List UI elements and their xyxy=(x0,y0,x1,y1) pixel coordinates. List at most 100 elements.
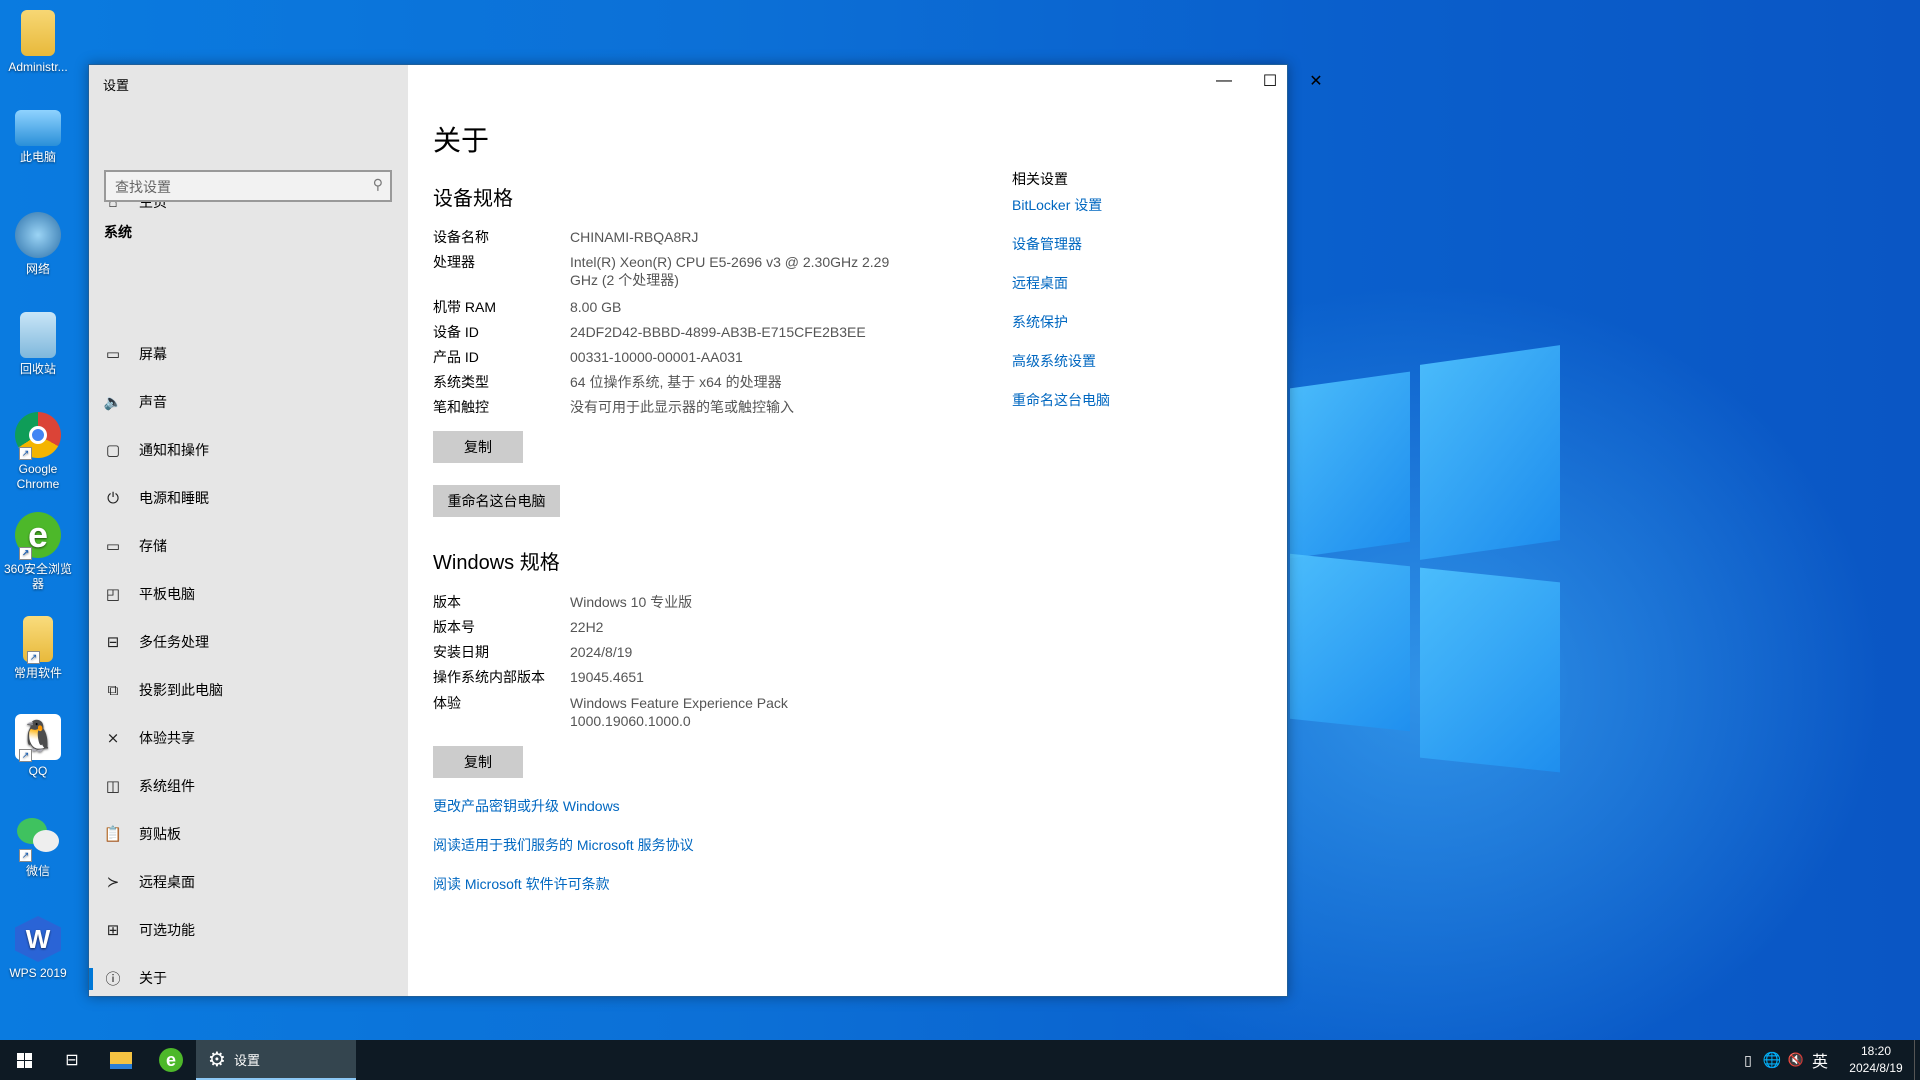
spec-value: Windows 10 专业版 xyxy=(570,594,693,610)
search-icon[interactable]: ⚲ xyxy=(373,176,383,193)
sidebar: 设置 ⌂ 主页 查找设置 ⚲ 系统 ▭ 屏幕 🔈 声音 ▢ 通知和操作 ⏻ 电源和睡眠 ▭ 存储 ◰… xyxy=(89,65,408,996)
power-icon: ⏻ xyxy=(107,489,119,507)
notification-icon: ▢ xyxy=(105,442,121,459)
search-input[interactable]: 查找设置 ⚲ xyxy=(104,170,392,202)
link-change-product-key[interactable]: 更改产品密钥或升级 Windows xyxy=(433,796,620,816)
recycle-bin-icon xyxy=(20,312,56,358)
sidebar-item-monitor[interactable]: ▭ 屏幕 xyxy=(89,334,408,374)
spec-value: 00331-10000-00001-AA031 xyxy=(570,349,743,365)
spec-label: 设备 ID xyxy=(433,324,479,340)
desktop-icon-360-browser[interactable]: e ↗ 360安全浏览器 xyxy=(0,512,76,592)
minimize-icon: — xyxy=(1216,72,1232,89)
sidebar-item-tablet[interactable]: ◰ 平板电脑 xyxy=(89,574,408,614)
sidebar-item-clipboard[interactable]: 📋 剪贴板 xyxy=(89,814,408,854)
gear-icon: ⚙ xyxy=(208,1048,226,1071)
sidebar-item-label: 多任务处理 xyxy=(139,634,209,650)
usb-icon[interactable]: ▯ xyxy=(1736,1052,1760,1069)
start-button[interactable] xyxy=(0,1040,48,1080)
related-link[interactable]: 设备管理器 xyxy=(1012,234,1082,254)
sidebar-item-label: 投影到此电脑 xyxy=(139,682,223,698)
desktop-icon-recycle-bin[interactable]: 回收站 xyxy=(0,312,76,377)
windows-logo-wallpaper xyxy=(1290,345,1560,773)
file-explorer-icon xyxy=(110,1051,132,1069)
settings-window: 设置 ⌂ 主页 查找设置 ⚲ 系统 ▭ 屏幕 🔈 声音 ▢ 通知和操作 ⏻ 电源和睡眠 ▭ 存储 ◰… xyxy=(88,64,1323,997)
desktop-icon-wps[interactable]: W WPS 2019 xyxy=(0,916,76,981)
wps-icon: W xyxy=(15,916,61,962)
tablet-icon: ◰ xyxy=(105,586,121,603)
sidebar-item-label: 远程桌面 xyxy=(139,874,195,890)
optional-features-icon: ⊞ xyxy=(106,922,120,939)
spec-value: 24DF2D42-BBBD-4899-AB3B-E715CFE2B3EE xyxy=(570,324,866,340)
ime-indicator[interactable]: 英 xyxy=(1808,1048,1832,1072)
sidebar-item-optional-features[interactable]: ⊞ 可选功能 xyxy=(89,910,408,950)
sidebar-item-project[interactable]: ⧉ 投影到此电脑 xyxy=(89,670,408,710)
sidebar-item-label: 可选功能 xyxy=(139,922,195,938)
desktop-icon-this-pc[interactable]: 此电脑 xyxy=(0,110,76,165)
sidebar-item-storage[interactable]: ▭ 存储 xyxy=(89,526,408,566)
shortcut-arrow-icon: ↗ xyxy=(19,447,32,460)
volume-muted-icon[interactable]: 🔇 xyxy=(1784,1052,1808,1068)
related-link[interactable]: 远程桌面 xyxy=(1012,273,1068,293)
wechat-icon: ↗ xyxy=(15,814,61,862)
sidebar-item-multitasking[interactable]: ⊟ 多任务处理 xyxy=(89,622,408,662)
network-disconnected-icon[interactable]: 🌐 xyxy=(1760,1051,1784,1069)
sidebar-item-components[interactable]: ◫ 系统组件 xyxy=(89,766,408,806)
rename-pc-button[interactable]: 重命名这台电脑 xyxy=(433,485,560,517)
info-icon: ⓘ xyxy=(105,970,121,988)
sidebar-item-speaker[interactable]: 🔈 声音 xyxy=(89,382,408,422)
desktop-icon-administrator[interactable]: Administr... xyxy=(0,10,76,75)
sidebar-item-label: 系统组件 xyxy=(139,778,195,794)
maximize-button[interactable]: ☐ xyxy=(1247,65,1293,97)
desktop-icon-qq[interactable]: 🐧 ↗ QQ xyxy=(0,714,76,779)
spec-label: 操作系统内部版本 xyxy=(433,669,545,685)
related-link[interactable]: 重命名这台电脑 xyxy=(1012,390,1110,410)
copy-windows-specs-button[interactable]: 复制 xyxy=(433,746,523,778)
shortcut-arrow-icon: ↗ xyxy=(19,849,32,862)
desktop-icon-network[interactable]: 网络 xyxy=(0,212,76,277)
spec-value: 8.00 GB xyxy=(570,299,622,315)
content-pane: — ☐ ✕ 关于 设备规格 设备名称 CHINAMI-RBQA8RJ 处理器 Inte… xyxy=(408,65,1323,996)
taskbar-file-explorer[interactable] xyxy=(96,1040,146,1080)
desktop-icon-chrome[interactable]: ↗ Google Chrome xyxy=(0,412,76,492)
desktop-icon-wechat[interactable]: ↗ 微信 xyxy=(0,814,76,879)
sidebar-item-share[interactable]: ⨯ 体验共享 xyxy=(89,718,408,758)
network-icon xyxy=(15,212,61,258)
taskbar-360-browser[interactable]: e xyxy=(146,1040,196,1080)
link-service-agreement[interactable]: 阅读适用于我们服务的 Microsoft 服务协议 xyxy=(433,835,694,855)
desktop-icon-common-software[interactable]: ↗ 常用软件 xyxy=(0,616,76,681)
copy-device-specs-button[interactable]: 复制 xyxy=(433,431,523,463)
360-browser-icon: e ↗ xyxy=(15,512,61,560)
sidebar-item-label: 声音 xyxy=(139,394,167,410)
link-license-terms[interactable]: 阅读 Microsoft 软件许可条款 xyxy=(433,874,610,894)
task-view-button[interactable]: ⊟ xyxy=(48,1040,96,1080)
show-desktop-button[interactable] xyxy=(1914,1040,1920,1080)
sidebar-item-power[interactable]: ⏻ 电源和睡眠 xyxy=(89,478,408,518)
sidebar-item-info[interactable]: ⓘ 关于 xyxy=(89,958,408,998)
clipboard-icon: 📋 xyxy=(103,826,123,843)
spec-value: 19045.4651 xyxy=(570,669,644,685)
spec-label: 安装日期 xyxy=(433,644,489,660)
spec-value: CHINAMI-RBQA8RJ xyxy=(570,229,699,245)
computer-icon xyxy=(15,110,61,146)
sidebar-item-remote-desktop[interactable]: ≻ 远程桌面 xyxy=(89,862,408,902)
related-link[interactable]: 系统保护 xyxy=(1012,312,1068,332)
spec-label: 设备名称 xyxy=(433,229,489,245)
close-button[interactable]: ✕ xyxy=(1293,65,1339,97)
taskbar-settings[interactable]: ⚙ 设置 xyxy=(196,1040,356,1080)
related-link[interactable]: BitLocker 设置 xyxy=(1012,195,1102,215)
spec-value: Intel(R) Xeon(R) CPU E5-2696 v3 @ 2.30GH… xyxy=(570,254,890,288)
project-icon: ⧉ xyxy=(107,681,119,699)
windows-specs-heading: Windows 规格 xyxy=(433,552,560,574)
sidebar-item-notification[interactable]: ▢ 通知和操作 xyxy=(89,430,408,470)
related-link[interactable]: 高级系统设置 xyxy=(1012,351,1096,371)
spec-value: 没有可用于此显示器的笔或触控输入 xyxy=(570,399,794,415)
clock[interactable]: 18:20 2024/8/19 xyxy=(1838,1043,1914,1077)
chrome-icon: ↗ xyxy=(15,412,61,460)
page-title: 关于 xyxy=(433,125,490,156)
qq-icon: 🐧 ↗ xyxy=(15,714,61,762)
spec-label: 版本号 xyxy=(433,619,475,635)
sidebar-section-title: 系统 xyxy=(104,224,132,240)
minimize-button[interactable]: — xyxy=(1201,65,1247,97)
sidebar-item-label: 剪贴板 xyxy=(139,826,181,842)
device-specs-heading: 设备规格 xyxy=(433,188,513,210)
